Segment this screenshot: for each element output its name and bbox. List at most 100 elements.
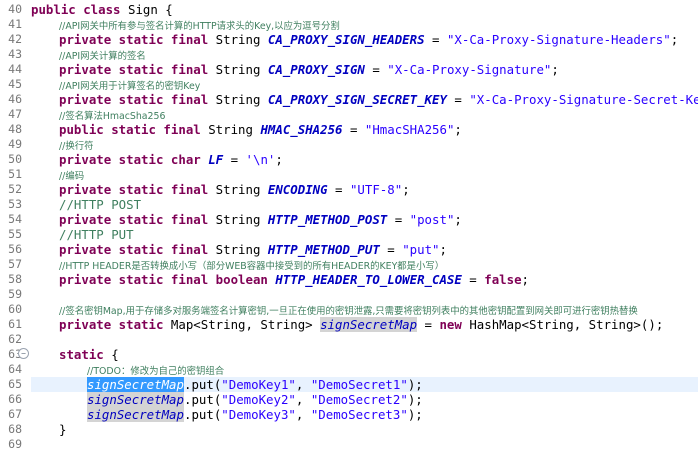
fold-collapse-icon[interactable]: − — [18, 348, 29, 359]
comment: //API网关中所有参与签名计算的HTTP请求头的Key,以应为逗号分割 — [59, 21, 340, 32]
comment: //签名密钥Map,用于存储多对服务端签名计算密钥,一旦正在使用的密钥泄露,只需… — [59, 306, 638, 317]
string-literal: "HmacSHA256" — [364, 122, 455, 137]
comment: //TODO：修改为自己的密钥组合 — [87, 366, 225, 377]
punctuation: ; — [275, 152, 283, 167]
line-number: 47 — [8, 107, 22, 121]
punctuation: , — [295, 407, 311, 422]
punctuation: ); — [407, 392, 423, 407]
code-line[interactable]: public class Sign { — [31, 2, 173, 17]
line-number: 45 — [8, 77, 22, 91]
code-line[interactable]: //API网关中所有参与签名计算的HTTP请求头的Key,以应为逗号分割 — [59, 17, 340, 32]
selected-field-name[interactable]: signSecretMap — [87, 377, 184, 392]
comment: //HTTP HEADER是否转换成小写（部分WEB容器中接受到的所有HEADE… — [59, 261, 445, 272]
code-line[interactable]: private static Map<String, String> signS… — [59, 317, 663, 332]
string-literal: "DemoKey1" — [221, 377, 296, 392]
code-line[interactable]: //HTTP PUT — [59, 227, 134, 242]
type: String — [208, 62, 268, 77]
comment: //签名算法HmacSha256 — [59, 111, 166, 122]
code-line[interactable]: //TODO：修改为自己的密钥组合 — [87, 362, 224, 377]
field-name-occurrence[interactable]: signSecretMap — [87, 407, 184, 422]
punctuation: ; — [670, 32, 679, 47]
keyword: public static final — [59, 122, 201, 137]
string-literal: "X-Ca-Proxy-Signature-Secret-Key" — [469, 92, 698, 107]
operator: = — [424, 32, 447, 47]
operator: = — [446, 92, 470, 107]
line-number: 56 — [8, 242, 22, 256]
field-name: HTTP_METHOD_PUT — [267, 242, 380, 257]
operator: = — [327, 182, 350, 197]
keyword: private static final — [59, 62, 209, 77]
field-name: ENCODING — [267, 182, 328, 197]
line-number: 55 — [8, 227, 22, 241]
string-literal: "post" — [409, 212, 455, 227]
keyword: new — [439, 317, 462, 332]
type: Map<String, String> — [163, 317, 321, 332]
keyword: public class — [31, 2, 121, 17]
code-line[interactable]: //换行符 — [59, 137, 93, 152]
operator: = — [461, 272, 485, 287]
line-number: 66 — [8, 392, 22, 406]
string-literal: "DemoSecret2" — [310, 392, 408, 407]
code-line[interactable]: private static final String HTTP_METHOD_… — [59, 212, 462, 227]
operator: = — [342, 122, 365, 137]
line-number: 59 — [8, 287, 22, 301]
field-name-occurrence[interactable]: signSecretMap — [320, 317, 418, 332]
line-number: 49 — [8, 137, 22, 151]
code-text: Sign { — [120, 2, 173, 17]
code-line[interactable]: //HTTP POST — [59, 197, 141, 212]
current-code-line[interactable]: signSecretMap.put("DemoKey1", "DemoSecre… — [31, 377, 698, 392]
line-number: 43 — [8, 47, 22, 61]
punctuation: , — [295, 392, 311, 407]
type: String — [208, 212, 268, 227]
code-line[interactable]: //签名算法HmacSha256 — [59, 107, 165, 122]
code-editor[interactable]: 40 41 42 43 44 45 46 47 48 49 50 51 52 5… — [0, 0, 698, 451]
code-line[interactable]: private static final String CA_PROXY_SIG… — [59, 92, 698, 107]
operator: = — [364, 62, 388, 77]
field-name-occurrence[interactable]: signSecretMap — [87, 392, 184, 407]
line-number: 41 — [8, 17, 22, 31]
type: String — [208, 92, 268, 107]
code-line[interactable]: //API网关用于计算签名的密钥Key — [59, 77, 200, 92]
code-line[interactable]: } — [59, 422, 66, 437]
operator: = — [387, 212, 410, 227]
keyword: false — [484, 272, 522, 287]
code-line[interactable]: //编码 — [59, 167, 84, 182]
line-number: 69 — [8, 437, 22, 451]
operator: = — [379, 242, 403, 257]
type: String — [208, 32, 268, 47]
code-line[interactable]: static { — [59, 347, 119, 362]
string-literal: "DemoKey3" — [221, 407, 296, 422]
operator: = — [417, 317, 440, 332]
comment: //换行符 — [59, 141, 94, 152]
code-line[interactable]: private static final boolean HTTP_HEADER… — [59, 272, 529, 287]
keyword: private static final — [59, 182, 209, 197]
line-number: 68 — [8, 422, 22, 436]
closing-brace: } — [59, 422, 67, 437]
line-number: 65 — [8, 377, 22, 391]
line-number: 52 — [8, 182, 22, 196]
code-line[interactable]: //签名密钥Map,用于存储多对服务端签名计算密钥,一旦正在使用的密钥泄露,只需… — [59, 302, 638, 317]
comment: //API网关计算的签名 — [59, 51, 146, 62]
keyword: private static final — [59, 212, 209, 227]
code-line[interactable]: //HTTP HEADER是否转换成小写（部分WEB容器中接受到的所有HEADE… — [59, 257, 444, 272]
line-number: 64 — [8, 362, 22, 376]
method-call: .put( — [183, 392, 222, 407]
string-literal: "DemoSecret1" — [310, 377, 408, 392]
string-literal: "UTF-8" — [349, 182, 403, 197]
keyword: static — [59, 347, 104, 362]
code-line[interactable]: private static char LF = '\n'; — [59, 152, 283, 167]
code-line[interactable]: private static final String HTTP_METHOD_… — [59, 242, 447, 257]
code-line[interactable]: signSecretMap.put("DemoKey3", "DemoSecre… — [87, 407, 423, 422]
punctuation: ; — [454, 122, 462, 137]
code-line[interactable]: private static final String CA_PROXY_SIG… — [59, 32, 678, 47]
code-line[interactable]: public static final String HMAC_SHA256 =… — [59, 122, 462, 137]
field-name: CA_PROXY_SIGN_HEADERS — [267, 32, 425, 47]
line-number: 61 — [8, 317, 22, 331]
code-line[interactable]: private static final String ENCODING = "… — [59, 182, 410, 197]
string-literal: "DemoKey2" — [221, 392, 296, 407]
code-line[interactable]: private static final String CA_PROXY_SIG… — [59, 62, 559, 77]
code-line[interactable]: //API网关计算的签名 — [59, 47, 146, 62]
comment: //HTTP PUT — [59, 227, 134, 242]
line-number: 50 — [8, 152, 22, 166]
code-line[interactable]: signSecretMap.put("DemoKey2", "DemoSecre… — [87, 392, 423, 407]
